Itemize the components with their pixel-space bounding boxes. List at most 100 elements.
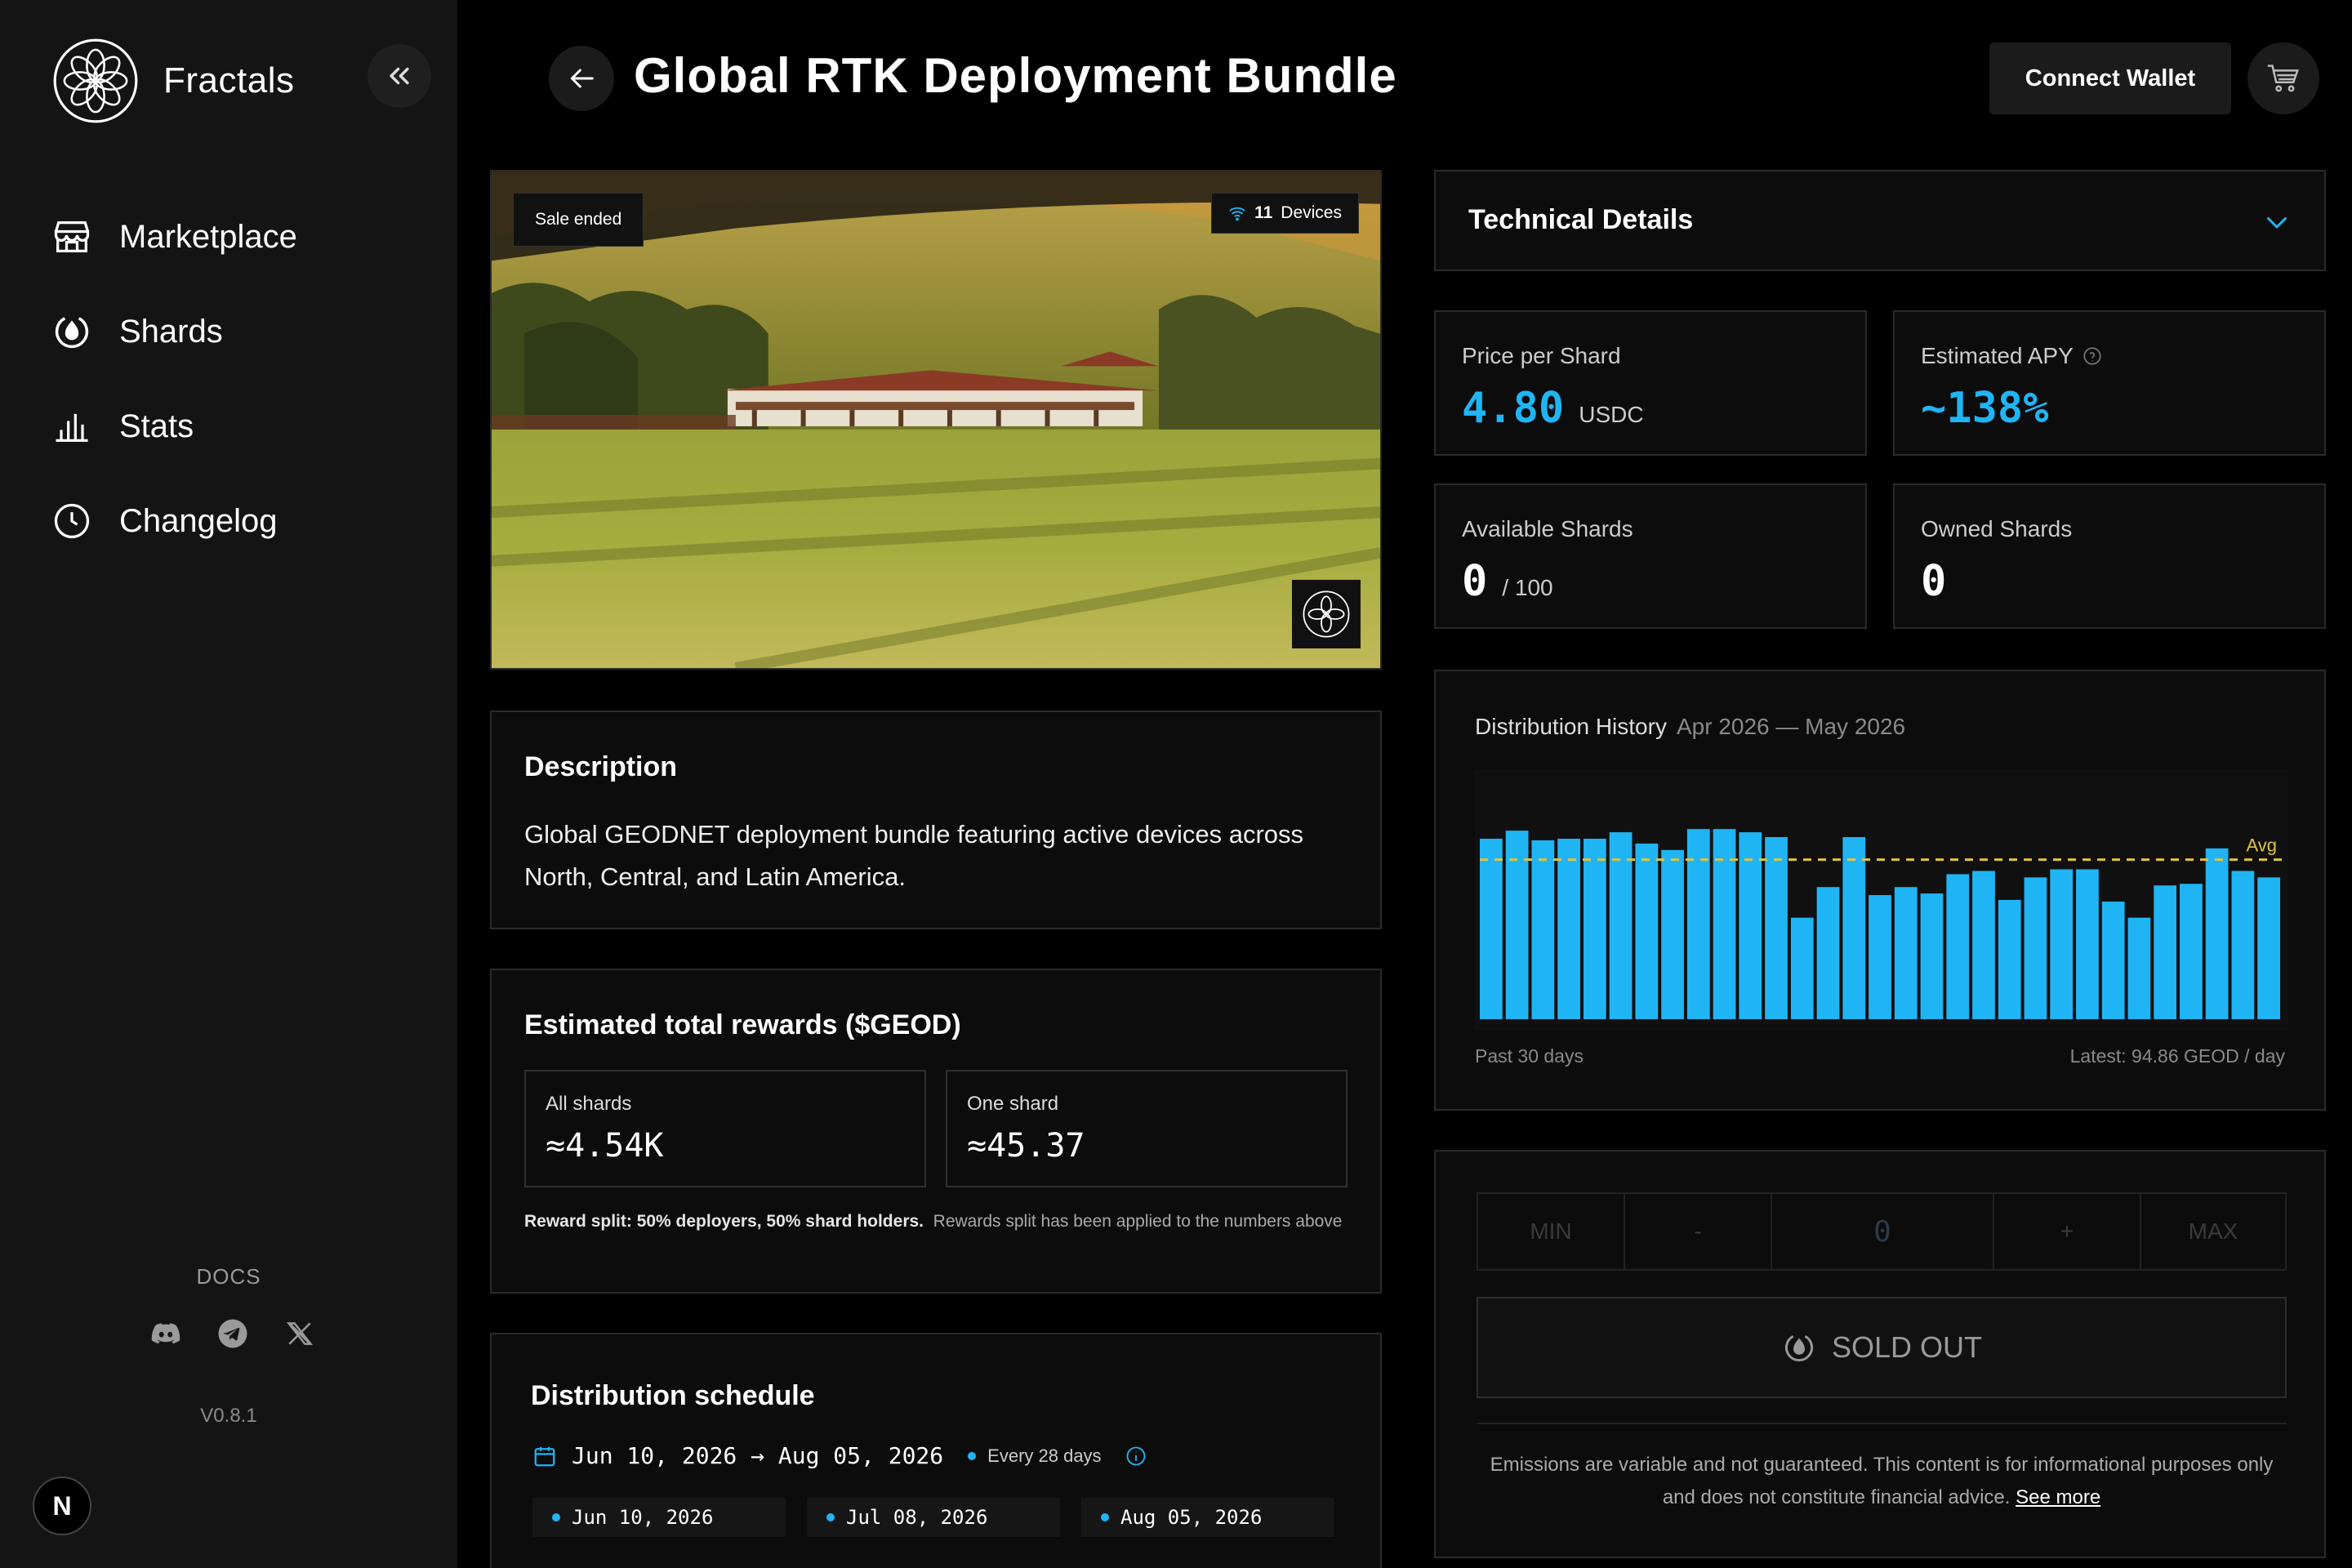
sidebar-nav: Marketplace Shards Stats Changelog — [51, 189, 297, 568]
back-button[interactable] — [549, 46, 614, 111]
chart-bar[interactable] — [2050, 869, 2074, 1019]
chart-bar[interactable] — [2205, 848, 2229, 1019]
chart-bar[interactable] — [1583, 838, 1606, 1019]
chart-bar[interactable] — [2076, 869, 2099, 1019]
decrement-button[interactable]: - — [1625, 1194, 1772, 1269]
chart-bar[interactable] — [1816, 887, 1840, 1019]
description-text: Global GEODNET deployment bundle featuri… — [524, 820, 1304, 891]
apy-value: ~138% — [1921, 384, 2049, 433]
chart-bar[interactable] — [1686, 829, 1710, 1019]
owned-shards-stat: Owned Shards 0 — [1893, 483, 2326, 629]
chart-bar[interactable] — [1842, 837, 1866, 1019]
date-dot-icon — [826, 1513, 835, 1521]
sidebar-item-marketplace[interactable]: Marketplace — [51, 189, 297, 284]
calendar-icon — [534, 1446, 555, 1466]
chart-bar[interactable] — [2127, 917, 2151, 1019]
sidebar-item-shards[interactable]: Shards — [51, 284, 297, 379]
brand-name: Fractals — [163, 60, 295, 100]
owned-value: 0 — [1921, 557, 1947, 606]
sold-out-label: SOLD OUT — [1831, 1330, 1983, 1364]
disclaimer: Emissions are variable and not guarantee… — [1477, 1449, 2287, 1514]
brand-logo[interactable]: Fractals — [52, 38, 294, 124]
estimated-apy-stat: Estimated APY ~138% — [1893, 310, 2326, 456]
help-icon[interactable] — [2082, 345, 2103, 367]
one-shard-box: One shard ≈45.37 — [946, 1070, 1348, 1187]
connect-wallet-button[interactable]: Connect Wallet — [1989, 42, 2231, 114]
schedule-date: Jun 10, 2026 — [532, 1498, 786, 1537]
devices-label: Devices — [1281, 203, 1342, 222]
chart-bar[interactable] — [2101, 901, 2125, 1019]
cart-button[interactable] — [2247, 42, 2319, 114]
available-total: / 100 — [1502, 575, 1553, 600]
max-button[interactable]: MAX — [2141, 1194, 2285, 1269]
chart-bar[interactable] — [1557, 838, 1580, 1019]
chart-range: Apr 2026 — May 2026 — [1676, 714, 1906, 739]
frequency-text: Every 28 days — [987, 1445, 1102, 1466]
schedule-date: Jul 08, 2026 — [807, 1498, 1060, 1537]
clock-icon — [54, 503, 90, 539]
disclaimer-text: Emissions are variable and not guarantee… — [1490, 1454, 2274, 1508]
chart-bar[interactable] — [2024, 877, 2047, 1019]
min-button[interactable]: MIN — [1478, 1194, 1625, 1269]
apy-label: Estimated APY — [1921, 343, 2074, 368]
price-per-shard-stat: Price per Shard 4.80 USDC — [1434, 310, 1867, 456]
x-twitter-icon[interactable] — [281, 1315, 318, 1352]
n-badge[interactable]: N — [33, 1477, 91, 1535]
chart-bar[interactable] — [1635, 843, 1659, 1019]
sidebar-item-stats[interactable]: Stats — [51, 379, 297, 474]
description-heading: Description — [524, 751, 678, 782]
one-shard-value: ≈45.37 — [967, 1127, 1085, 1165]
chart-bar[interactable] — [1531, 840, 1555, 1019]
price-value-row: 4.80 USDC — [1462, 384, 1644, 433]
apy-value-row: ~138% — [1921, 384, 2049, 433]
store-icon — [54, 221, 90, 252]
chart-bar[interactable] — [1972, 871, 1995, 1019]
rewards-heading: Estimated total rewards ($GEOD) — [524, 1009, 961, 1040]
chart-bar[interactable] — [1946, 874, 1970, 1019]
chart-title: Distribution History — [1475, 714, 1667, 739]
chart-bar[interactable] — [1869, 895, 1891, 1019]
chart-bar[interactable] — [1894, 887, 1918, 1019]
reward-split-text: Rewards split has been applied to the nu… — [933, 1212, 1343, 1231]
chart-bar[interactable] — [1661, 849, 1684, 1019]
reward-split-note: Reward split: 50% deployers, 50% shard h… — [524, 1207, 1349, 1236]
info-icon[interactable] — [1125, 1445, 1147, 1468]
sold-out-button[interactable]: SOLD OUT — [1477, 1297, 2287, 1398]
chart-bar[interactable] — [1790, 917, 1814, 1019]
chart-bar[interactable] — [2154, 885, 2177, 1019]
chart-bar[interactable] — [2180, 884, 2203, 1019]
see-more-link[interactable]: See more — [2016, 1486, 2100, 1508]
date-dot-icon — [552, 1513, 560, 1521]
sidebar-item-changelog[interactable]: Changelog — [51, 474, 297, 568]
schedule-frequency: Every 28 days — [968, 1445, 1147, 1468]
schedule-range: Jun 10, 2026 → Aug 05, 2026 Every 28 day… — [532, 1442, 1147, 1469]
sidebar-item-label: Stats — [119, 408, 194, 444]
date-dot-icon — [1101, 1513, 1109, 1521]
sidebar-item-label: Changelog — [119, 502, 278, 539]
app-version: V0.8.1 — [200, 1405, 257, 1427]
chart-bar[interactable] — [2257, 877, 2280, 1019]
quantity-input[interactable]: 0 — [1772, 1194, 1994, 1269]
shard-icon — [55, 317, 89, 349]
shard-icon — [1784, 1334, 1814, 1362]
cart-icon — [2267, 65, 2300, 92]
chart-bar[interactable] — [1920, 893, 1944, 1019]
docs-link[interactable]: DOCS — [0, 1264, 457, 1290]
divider — [1477, 1423, 2287, 1424]
chart-bar[interactable] — [1998, 899, 2021, 1019]
schedule-date-text: Jul 08, 2026 — [846, 1506, 988, 1529]
available-value-row: 0 / 100 — [1462, 557, 1553, 606]
chart-bar[interactable] — [1480, 838, 1503, 1019]
chart-bar[interactable] — [1765, 837, 1788, 1019]
fractals-logo-icon — [53, 38, 138, 123]
available-value: 0 — [1462, 557, 1488, 606]
telegram-icon[interactable] — [214, 1315, 252, 1352]
double-chevron-left-icon — [390, 67, 409, 85]
increment-button[interactable]: + — [1994, 1194, 2141, 1269]
apy-label-row: Estimated APY — [1921, 343, 2103, 369]
collapse-sidebar-button[interactable] — [368, 44, 431, 108]
technical-details-toggle[interactable]: Technical Details — [1434, 170, 2326, 271]
chart-bar[interactable] — [1713, 829, 1736, 1019]
discord-icon[interactable] — [147, 1315, 185, 1352]
chart-bar[interactable] — [2231, 871, 2255, 1019]
